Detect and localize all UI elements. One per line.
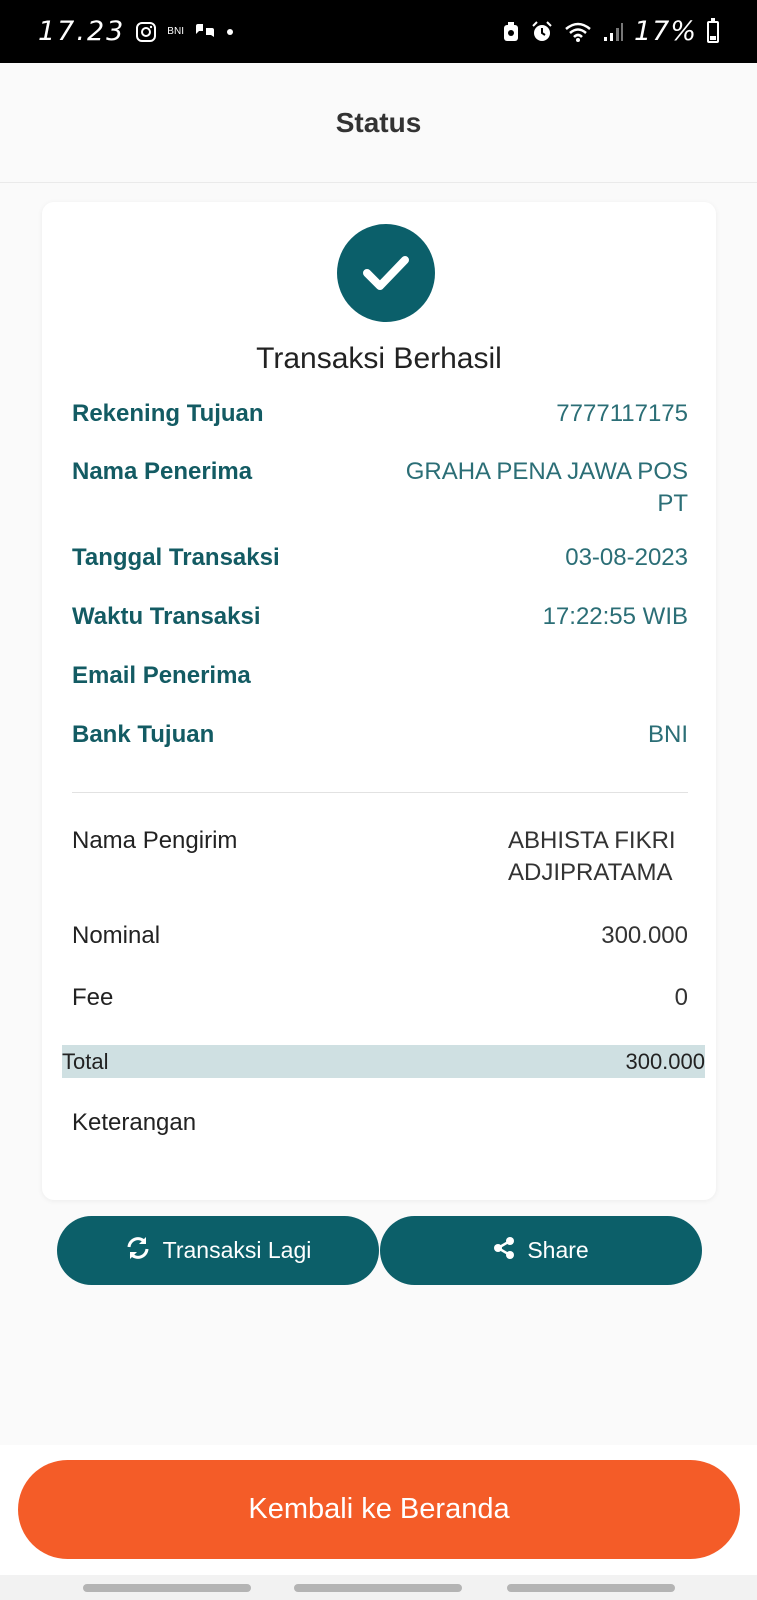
row-fee: Fee 0 — [72, 982, 688, 1014]
battery-percentage: 17% — [633, 16, 697, 47]
row-value: 7777117175 — [556, 400, 688, 427]
nav-back-handle[interactable] — [507, 1584, 675, 1592]
page-title: Status — [335, 106, 422, 138]
status-bar-right: 17% — [502, 16, 719, 47]
row-value: 0 — [674, 984, 688, 1011]
recycle-icon — [502, 21, 520, 43]
bni-icon: BNI — [167, 26, 184, 37]
nav-home-handle[interactable] — [294, 1584, 462, 1592]
share-button[interactable]: Share — [380, 1216, 702, 1285]
row-value: BNI — [647, 721, 688, 748]
share-icon — [493, 1236, 515, 1266]
system-status-bar: 17.23 BNI 17% — [0, 0, 757, 63]
app-header: Status — [0, 63, 757, 183]
row-value: 03-08-2023 — [565, 544, 688, 571]
row-label: Email Penerima — [72, 662, 251, 689]
success-check-icon — [337, 224, 435, 322]
row-bank-tujuan: Bank Tujuan BNI — [72, 719, 688, 751]
instagram-icon — [135, 21, 157, 43]
back-to-home-button[interactable]: Kembali ke Beranda — [18, 1460, 740, 1559]
row-label: Nama Penerima — [72, 458, 253, 485]
row-keterangan: Keterangan — [72, 1107, 688, 1139]
row-label: Keterangan — [72, 1109, 197, 1136]
row-label: Waktu Transaksi — [72, 603, 261, 630]
refresh-icon — [125, 1235, 151, 1267]
dot-icon — [226, 28, 234, 36]
row-total: Total 300.000 — [62, 1045, 705, 1078]
transaction-status-title: Transaksi Berhasil — [256, 342, 502, 375]
wifi-icon — [564, 21, 592, 43]
chat-icon — [194, 22, 216, 42]
row-label: Tanggal Transaksi — [72, 544, 280, 571]
total-label: Total — [62, 1048, 109, 1074]
battery-icon — [707, 17, 719, 43]
row-email-penerima: Email Penerima — [72, 660, 688, 692]
row-label: Nama Pengirim — [72, 827, 238, 854]
transaksi-lagi-button[interactable]: Transaksi Lagi — [57, 1216, 379, 1285]
row-value: 17:22:55 WIB — [542, 603, 688, 630]
row-label: Bank Tujuan — [72, 721, 215, 748]
status-bar-left: 17.23 BNI — [38, 16, 234, 47]
alarm-icon — [530, 20, 554, 43]
row-nominal: Nominal 300.000 — [72, 920, 688, 952]
row-value: 300.000 — [601, 922, 688, 949]
row-label: Nominal — [72, 922, 161, 949]
row-value: GRAHA PENA JAWA POS PT — [405, 458, 688, 517]
row-value: ABHISTA FIKRI ADJIPRATAMA — [508, 827, 676, 886]
transaksi-lagi-label: Transaksi Lagi — [162, 1237, 312, 1263]
section-divider — [72, 792, 688, 793]
share-label: Share — [527, 1237, 589, 1263]
total-value: 300.000 — [625, 1048, 705, 1074]
row-nama-penerima: Nama Penerima GRAHA PENA JAWA POS PT — [72, 456, 688, 520]
row-nama-pengirim: Nama Pengirim ABHISTA FIKRI ADJIPRATAMA — [72, 825, 688, 889]
clock: 17.23 — [38, 16, 126, 47]
row-tanggal-transaksi: Tanggal Transaksi 03-08-2023 — [72, 542, 688, 574]
receipt-card: Transaksi Berhasil Rekening Tujuan 77771… — [42, 202, 716, 1200]
row-label: Fee — [72, 984, 114, 1011]
signal-icon — [602, 21, 624, 43]
row-label: Rekening Tujuan — [72, 400, 264, 427]
row-waktu-transaksi: Waktu Transaksi 17:22:55 WIB — [72, 601, 688, 633]
nav-recents-handle[interactable] — [83, 1584, 251, 1592]
row-rekening-tujuan: Rekening Tujuan 7777117175 — [72, 398, 688, 430]
